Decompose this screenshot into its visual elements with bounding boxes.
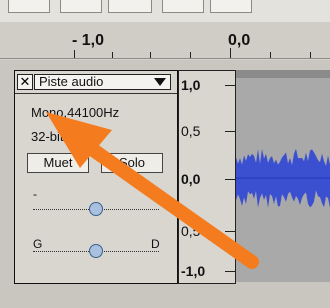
- ruler-tick: [112, 52, 113, 58]
- waveform-area[interactable]: [236, 70, 330, 282]
- track-control-panel: ✕ Piste audio Mono,44100Hz 32-bit float …: [14, 70, 178, 284]
- toolbar-button[interactable]: [162, 0, 204, 13]
- mute-button[interactable]: Muet: [27, 153, 89, 173]
- pan-right-label: D: [151, 237, 160, 251]
- solo-button-label: Solo: [118, 155, 146, 170]
- waveform: [236, 148, 330, 208]
- track-format-rate: Mono,44100Hz: [31, 105, 120, 120]
- close-track-button[interactable]: ✕: [17, 74, 33, 90]
- ruler-tick: [190, 52, 191, 58]
- vruler-label: -1,0: [181, 263, 206, 279]
- track-title-row: ✕ Piste audio: [15, 71, 177, 94]
- vruler-label: 1,0: [181, 77, 201, 93]
- ruler-tick: [150, 52, 151, 58]
- toolbar-button[interactable]: [210, 0, 252, 13]
- gain-slider-thumb[interactable]: [89, 202, 103, 216]
- amplitude-ruler: 1,0 0,5 0,0 0,5 -1,0: [178, 70, 236, 284]
- track-name-dropdown[interactable]: Piste audio: [34, 74, 171, 90]
- ruler-tick: [74, 50, 75, 58]
- vruler-tick: [225, 85, 235, 86]
- pan-slider-thumb[interactable]: [89, 244, 103, 258]
- track-name: Piste audio: [39, 74, 104, 89]
- track-sample-format: 32-bit float: [31, 129, 92, 144]
- toolbar-button[interactable]: [8, 0, 50, 13]
- waveform-top-strip: [236, 70, 330, 78]
- ruler-tick: [310, 52, 311, 58]
- vruler-tick: [225, 131, 235, 132]
- close-icon: ✕: [19, 74, 31, 89]
- vruler-label: 0,0: [181, 171, 201, 187]
- vruler-tick: [225, 271, 235, 272]
- vruler-tick: [225, 231, 235, 232]
- vruler-tick: [225, 179, 235, 180]
- mute-button-label: Muet: [43, 155, 73, 170]
- ruler-label-zero: 0,0: [228, 32, 251, 49]
- timeline-ruler[interactable]: - 1,0 0,0: [0, 22, 330, 59]
- dropdown-arrow-icon: [154, 78, 166, 86]
- toolbar-strip: [0, 0, 330, 23]
- pan-left-label: G: [33, 237, 43, 251]
- vruler-label: 0,5: [181, 123, 201, 139]
- solo-button[interactable]: Solo: [101, 153, 163, 173]
- ruler-tick: [230, 48, 231, 58]
- gain-minus-label: -: [33, 187, 37, 201]
- ruler-tick: [270, 52, 271, 58]
- toolbar-button[interactable]: [108, 0, 152, 13]
- ruler-label-minus-one: - 1,0: [72, 32, 105, 49]
- vruler-label: 0,5: [181, 223, 201, 239]
- toolbar-button[interactable]: [60, 0, 102, 13]
